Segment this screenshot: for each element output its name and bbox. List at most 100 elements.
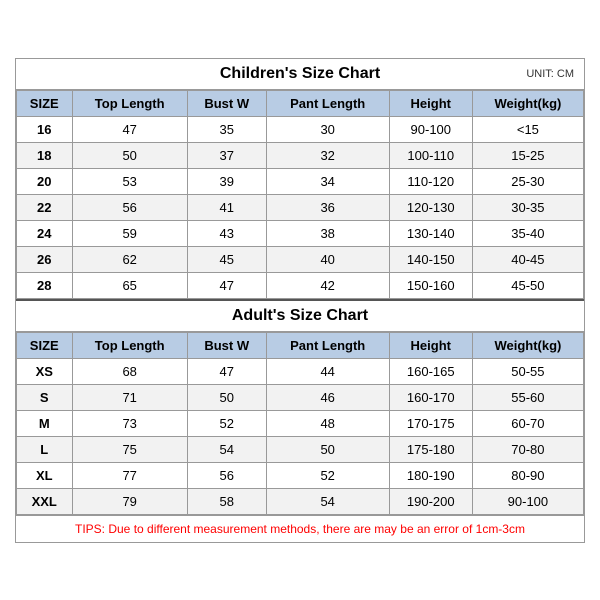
- table-cell: L: [17, 436, 73, 462]
- children-unit-label: UNIT: CM: [526, 68, 574, 80]
- size-chart-container: Children's Size Chart UNIT: CM SIZE Top …: [15, 58, 585, 543]
- table-cell: <15: [472, 116, 583, 142]
- children-chart-title-row: Children's Size Chart UNIT: CM: [16, 59, 584, 90]
- children-col-bust: Bust W: [187, 90, 266, 116]
- table-cell: XS: [17, 358, 73, 384]
- table-cell: 44: [266, 358, 389, 384]
- table-cell: 160-165: [389, 358, 472, 384]
- adult-col-top-length: Top Length: [72, 332, 187, 358]
- table-cell: 42: [266, 272, 389, 298]
- table-cell: 41: [187, 194, 266, 220]
- table-cell: 40: [266, 246, 389, 272]
- table-row: M735248170-17560-70: [17, 410, 584, 436]
- table-cell: 150-160: [389, 272, 472, 298]
- adult-chart-title: Adult's Size Chart: [232, 307, 368, 325]
- table-cell: 160-170: [389, 384, 472, 410]
- table-row: S715046160-17055-60: [17, 384, 584, 410]
- table-row: 1647353090-100<15: [17, 116, 584, 142]
- table-cell: 22: [17, 194, 73, 220]
- table-row: 22564136120-13030-35: [17, 194, 584, 220]
- table-row: 24594338130-14035-40: [17, 220, 584, 246]
- table-cell: 47: [72, 116, 187, 142]
- table-cell: 190-200: [389, 488, 472, 514]
- table-cell: 58: [187, 488, 266, 514]
- table-cell: 50-55: [472, 358, 583, 384]
- table-cell: 47: [187, 272, 266, 298]
- table-cell: 52: [266, 462, 389, 488]
- tips-row: TIPS: Due to different measurement metho…: [16, 515, 584, 542]
- table-cell: 52: [187, 410, 266, 436]
- table-cell: 55-60: [472, 384, 583, 410]
- table-cell: 53: [72, 168, 187, 194]
- table-cell: 59: [72, 220, 187, 246]
- table-cell: 40-45: [472, 246, 583, 272]
- table-cell: 18: [17, 142, 73, 168]
- table-cell: 39: [187, 168, 266, 194]
- children-chart-title: Children's Size Chart: [220, 65, 380, 83]
- table-cell: 30-35: [472, 194, 583, 220]
- table-cell: 35-40: [472, 220, 583, 246]
- table-cell: 20: [17, 168, 73, 194]
- table-cell: 90-100: [389, 116, 472, 142]
- table-cell: 62: [72, 246, 187, 272]
- adult-chart-title-row: Adult's Size Chart: [16, 301, 584, 332]
- table-cell: 175-180: [389, 436, 472, 462]
- table-cell: 120-130: [389, 194, 472, 220]
- table-cell: XL: [17, 462, 73, 488]
- table-cell: 15-25: [472, 142, 583, 168]
- table-row: XL775652180-19080-90: [17, 462, 584, 488]
- children-col-size: SIZE: [17, 90, 73, 116]
- table-cell: 38: [266, 220, 389, 246]
- table-cell: 140-150: [389, 246, 472, 272]
- table-cell: 75: [72, 436, 187, 462]
- table-cell: 24: [17, 220, 73, 246]
- adult-col-size: SIZE: [17, 332, 73, 358]
- table-cell: 16: [17, 116, 73, 142]
- table-cell: 79: [72, 488, 187, 514]
- table-cell: 180-190: [389, 462, 472, 488]
- table-row: XS684744160-16550-55: [17, 358, 584, 384]
- table-cell: 37: [187, 142, 266, 168]
- table-cell: 35: [187, 116, 266, 142]
- table-cell: 46: [266, 384, 389, 410]
- table-cell: 90-100: [472, 488, 583, 514]
- table-cell: 28: [17, 272, 73, 298]
- children-col-top-length: Top Length: [72, 90, 187, 116]
- table-cell: 30: [266, 116, 389, 142]
- children-col-height: Height: [389, 90, 472, 116]
- table-cell: 36: [266, 194, 389, 220]
- adult-col-bust: Bust W: [187, 332, 266, 358]
- table-cell: M: [17, 410, 73, 436]
- table-cell: 25-30: [472, 168, 583, 194]
- table-cell: 54: [266, 488, 389, 514]
- table-cell: 48: [266, 410, 389, 436]
- tips-text: TIPS: Due to different measurement metho…: [75, 522, 525, 536]
- table-cell: 45: [187, 246, 266, 272]
- table-cell: 100-110: [389, 142, 472, 168]
- table-cell: XXL: [17, 488, 73, 514]
- children-table: SIZE Top Length Bust W Pant Length Heigh…: [16, 90, 584, 299]
- table-cell: 47: [187, 358, 266, 384]
- children-col-weight: Weight(kg): [472, 90, 583, 116]
- adult-header-row: SIZE Top Length Bust W Pant Length Heigh…: [17, 332, 584, 358]
- children-col-pant: Pant Length: [266, 90, 389, 116]
- children-header-row: SIZE Top Length Bust W Pant Length Heigh…: [17, 90, 584, 116]
- adult-table: SIZE Top Length Bust W Pant Length Heigh…: [16, 332, 584, 515]
- table-row: 26624540140-15040-45: [17, 246, 584, 272]
- table-cell: 34: [266, 168, 389, 194]
- table-cell: 45-50: [472, 272, 583, 298]
- table-cell: 50: [72, 142, 187, 168]
- table-cell: 43: [187, 220, 266, 246]
- table-cell: 130-140: [389, 220, 472, 246]
- table-cell: 110-120: [389, 168, 472, 194]
- adult-col-weight: Weight(kg): [472, 332, 583, 358]
- table-cell: 50: [187, 384, 266, 410]
- table-cell: 60-70: [472, 410, 583, 436]
- table-row: XXL795854190-20090-100: [17, 488, 584, 514]
- adult-col-pant: Pant Length: [266, 332, 389, 358]
- table-cell: 77: [72, 462, 187, 488]
- table-cell: 70-80: [472, 436, 583, 462]
- table-row: 18503732100-11015-25: [17, 142, 584, 168]
- table-cell: 56: [72, 194, 187, 220]
- table-cell: 71: [72, 384, 187, 410]
